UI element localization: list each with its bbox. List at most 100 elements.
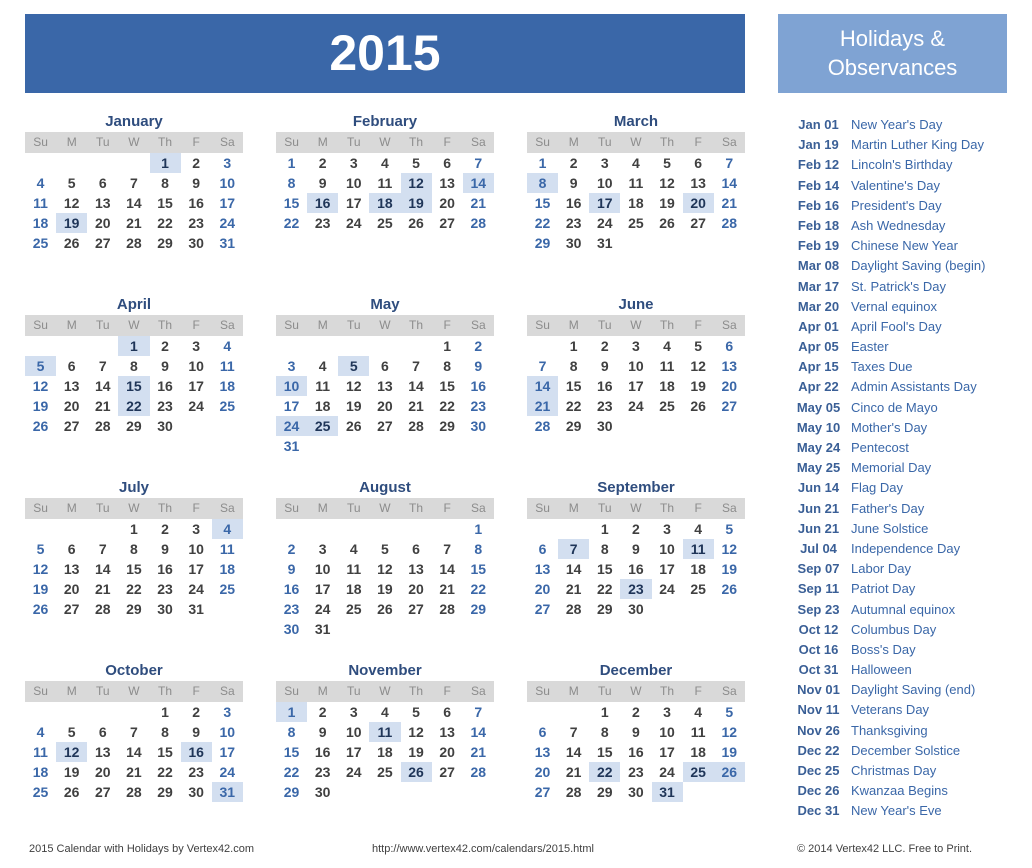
day-cell: 12 (721, 541, 738, 557)
footer-url[interactable]: http://www.vertex42.com/calendars/2015.h… (372, 843, 594, 855)
holiday-date: Jun 14 (797, 480, 840, 496)
day-cell: 3 (192, 338, 201, 354)
day-cell: 20 (439, 744, 455, 760)
day-grid: 1 2 3 4 5 6 7 8 9 10 11 12 13 14 15 16 17 18 19 20 21 22 23 24 2… (25, 519, 243, 619)
weekday-label: Su (284, 684, 299, 698)
weekday-label: W (379, 318, 391, 332)
empty-cell (369, 336, 400, 356)
day-cell: 18 (314, 398, 331, 414)
day-cell: 1 (538, 155, 547, 171)
weekday-label: Th (660, 318, 675, 332)
day-cell: 24 (597, 215, 613, 231)
weekday-label: Tu (347, 684, 361, 698)
day-cell: 27 (690, 215, 706, 231)
weekday-label: Sa (721, 684, 737, 698)
day-cell: 24 (659, 764, 675, 780)
holiday-date: Dec 31 (797, 803, 840, 819)
day-cell: 30 (597, 418, 613, 434)
day-cell: 27 (534, 784, 551, 800)
day-cell: 22 (565, 398, 582, 414)
day-cell: 31 (219, 235, 236, 251)
day-cell: 2 (318, 704, 327, 720)
day-cell: 20 (377, 398, 393, 414)
holiday-date: Apr 15 (798, 359, 839, 375)
holiday-name: Halloween (851, 662, 912, 678)
day-cell: 27 (63, 418, 80, 434)
month-november: November Su M Tu W Th F Sa 1 2 3 4 5 6 7 8 9 10 11 12 13 14 15… (276, 661, 494, 802)
day-cell: 3 (287, 358, 296, 374)
day-cell: 13 (63, 561, 80, 577)
day-cell: 7 (98, 541, 107, 557)
day-cell: 27 (534, 601, 551, 617)
day-cell: 24 (628, 398, 644, 414)
holiday-day-cell: 11 (682, 539, 714, 559)
day-cell: 3 (318, 541, 327, 557)
day-cell: 11 (315, 378, 331, 394)
empty-cell (25, 153, 56, 173)
weekday-header: Su M Tu W Th F Sa (276, 681, 494, 702)
day-cell: 26 (346, 418, 362, 434)
day-cell: 14 (565, 744, 582, 760)
day-cell: 11 (690, 724, 706, 740)
day-cell: 11 (33, 744, 48, 760)
day-cell: 11 (219, 358, 235, 374)
day-cell: 29 (126, 601, 142, 617)
holiday-name: Father's Day (851, 500, 925, 516)
day-cell: 14 (470, 724, 487, 740)
day-cell: 10 (628, 358, 644, 374)
day-cell: 3 (600, 155, 609, 171)
day-cell: 23 (157, 581, 173, 597)
day-cell: 8 (161, 724, 169, 740)
holiday-item: Jun 21 Father's Day (786, 499, 1016, 519)
weekday-label: Th (409, 135, 424, 149)
empty-cell (276, 336, 307, 356)
day-cell: 9 (161, 541, 169, 557)
holiday-name: April Fool's Day (851, 318, 942, 334)
day-cell: 24 (219, 215, 236, 231)
day-cell: 15 (597, 561, 613, 577)
weekday-label: F (443, 135, 451, 149)
day-cell: 11 (659, 358, 675, 374)
year-title: 2015 (25, 14, 745, 93)
day-cell: 26 (63, 784, 80, 800)
weekday-header: Su M Tu W Th F Sa (276, 132, 494, 153)
holidays-header: Holidays & Observances (778, 14, 1007, 93)
day-cell: 30 (565, 235, 582, 251)
day-cell: 5 (725, 521, 734, 537)
day-cell: 15 (157, 744, 173, 760)
day-cell: 22 (157, 215, 173, 231)
day-cell: 1 (474, 521, 483, 537)
day-cell: 13 (721, 358, 738, 374)
day-cell: 5 (412, 704, 420, 720)
day-cell: 26 (32, 601, 49, 617)
day-cell: 5 (412, 155, 420, 171)
day-cell: 16 (628, 744, 644, 760)
day-cell: 29 (597, 601, 613, 617)
day-cell: 26 (690, 398, 706, 414)
weekday-label: Sa (470, 501, 486, 515)
weekday-label: Th (409, 684, 424, 698)
weekday-header: Su M Tu W Th F Sa (25, 498, 243, 519)
holiday-date: Dec 22 (797, 742, 840, 758)
holiday-day-cell: 20 (682, 193, 714, 213)
day-cell: 4 (318, 358, 327, 374)
holiday-day-cell: 22 (589, 762, 621, 782)
day-cell: 5 (725, 704, 734, 720)
day-cell: 30 (470, 418, 487, 434)
day-cell: 25 (219, 398, 236, 414)
day-cell: 6 (443, 704, 452, 720)
weekday-label: W (379, 135, 391, 149)
holiday-item: Oct 31 Halloween (786, 660, 1016, 680)
day-cell: 12 (690, 358, 706, 374)
day-cell: 19 (408, 744, 424, 760)
weekday-label: W (379, 684, 391, 698)
holiday-date: Nov 26 (797, 722, 840, 738)
day-cell: 8 (443, 358, 452, 374)
weekday-label: W (379, 501, 391, 515)
day-cell: 25 (690, 581, 706, 597)
holiday-item: Jul 04 Independence Day (786, 539, 1016, 559)
day-cell: 17 (659, 561, 675, 577)
day-cell: 1 (130, 521, 138, 537)
weekday-label: Sa (219, 318, 235, 332)
weekday-label: Su (535, 318, 550, 332)
